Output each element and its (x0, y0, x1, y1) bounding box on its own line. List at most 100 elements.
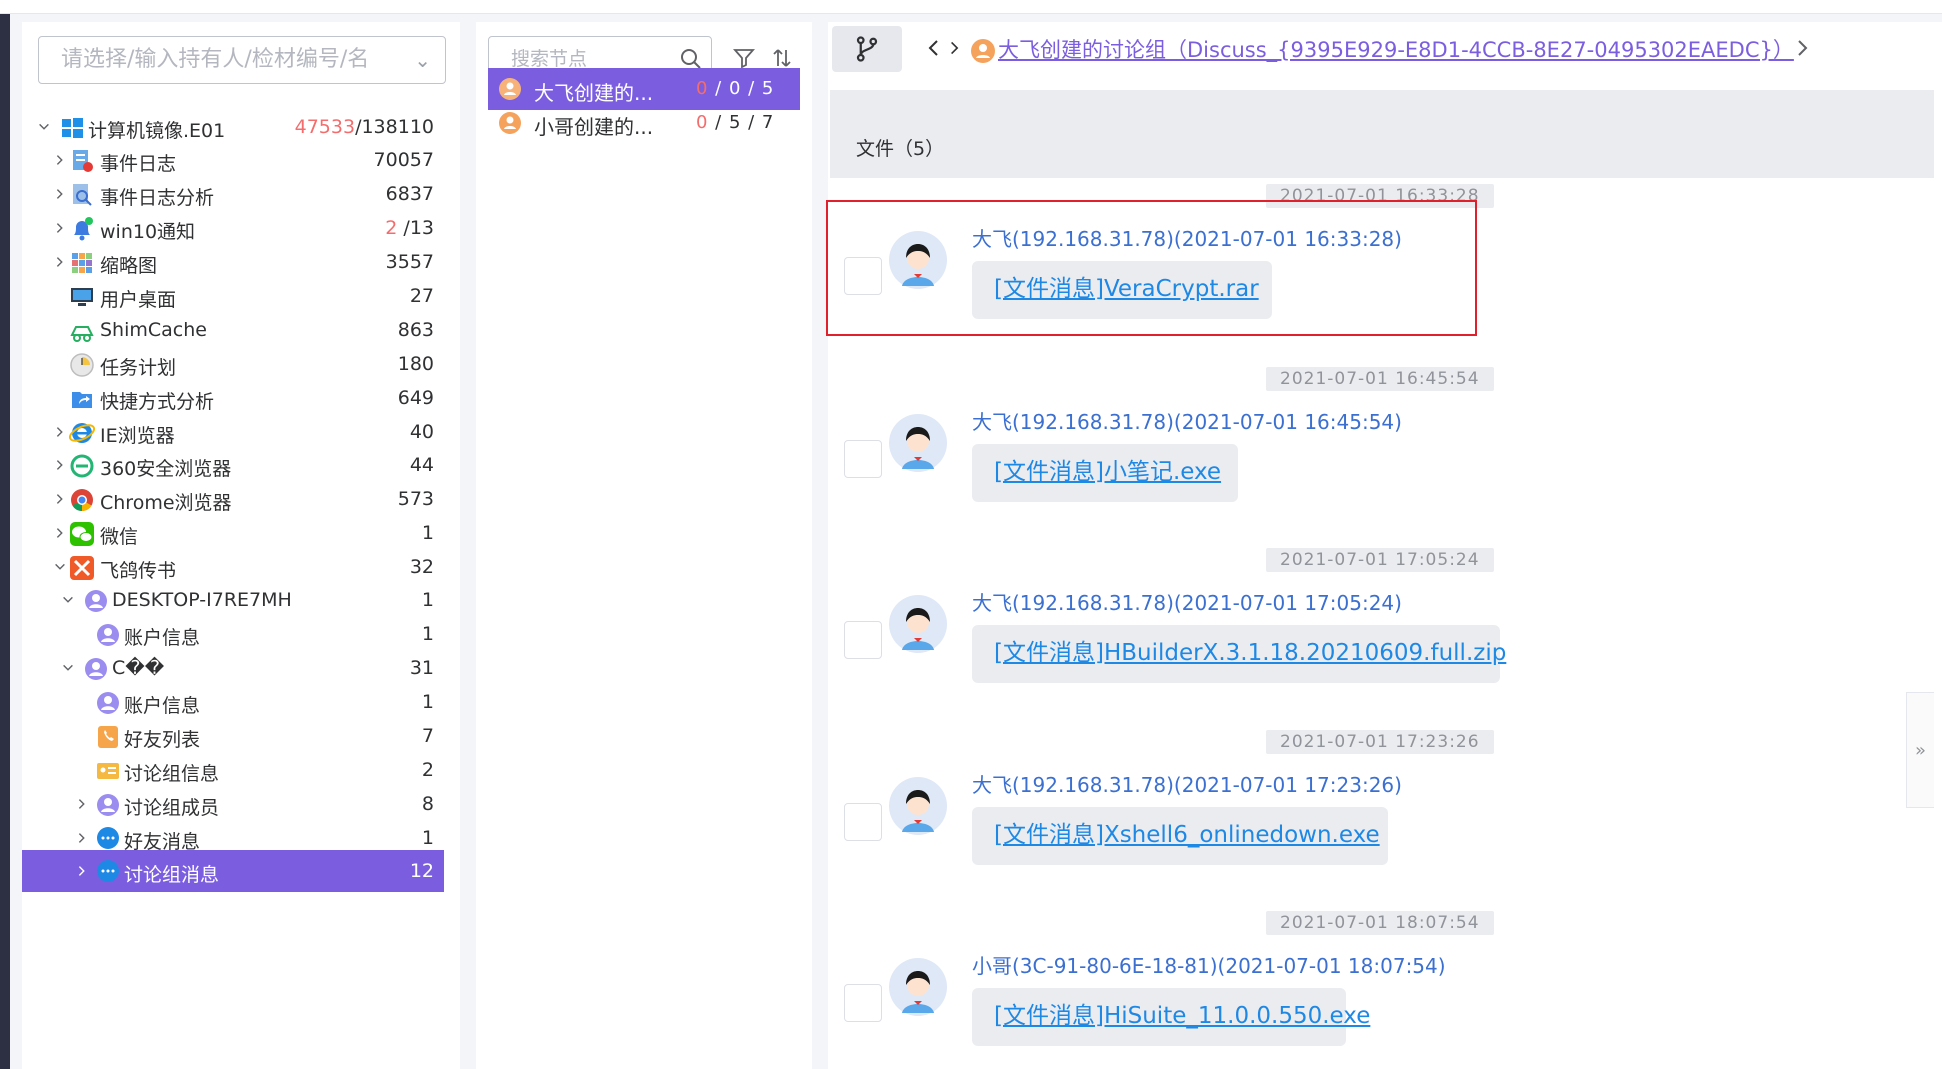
tree-toggle[interactable] (50, 555, 70, 579)
chevron-right-icon[interactable] (53, 425, 67, 439)
side-expand-handle[interactable]: » (1906, 692, 1934, 808)
tree-toggle[interactable] (58, 656, 78, 680)
file-message-link[interactable]: [文件消息]HBuilderX.3.1.18.20210609.full.zip (994, 640, 1506, 666)
files-title: 文件（5） (856, 138, 945, 160)
discussion-item[interactable]: 小哥创建的... 0 / 5 / 7 (488, 102, 800, 144)
chevron-right-icon[interactable] (53, 458, 67, 472)
chevron-right-icon[interactable] (75, 864, 89, 878)
chevron-down-icon[interactable] (61, 593, 75, 607)
chevron-right-icon[interactable] (53, 255, 67, 269)
tree-toggle[interactable] (58, 588, 78, 612)
tree-toggle[interactable] (50, 216, 70, 240)
tree-item-count: 70057 (374, 149, 434, 171)
tree-item-count: 31 (410, 657, 434, 679)
tree-toggle[interactable] (50, 250, 70, 274)
message-checkbox[interactable] (844, 257, 882, 295)
sort-icon[interactable] (770, 46, 794, 70)
message-sender: 大飞(192.168.31.78)(2021-07-01 16:33:28) (972, 227, 1402, 251)
chevron-right-icon[interactable] (53, 187, 67, 201)
chevron-down-icon: ⌄ (414, 48, 431, 72)
chevron-right-icon[interactable] (53, 492, 67, 506)
chevron-right-icon[interactable] (1792, 38, 1812, 58)
tree-item-count-total: 44 (409, 454, 434, 476)
tree-item-count-total: 649 (397, 387, 434, 409)
message-checkbox[interactable] (844, 440, 882, 478)
group-avatar-icon (971, 39, 995, 63)
message-checkbox[interactable] (844, 621, 882, 659)
tree-item-label: 事件日志分析 (100, 187, 215, 209)
tree-item-label: ShimCache (100, 319, 207, 341)
tree-item-icon (68, 283, 96, 311)
tree-item-icon (68, 249, 96, 277)
forward-arrow-icon[interactable] (946, 38, 962, 58)
tree-toggle[interactable] (50, 182, 70, 206)
bell-icon (74, 217, 93, 241)
tree-toggle[interactable] (50, 420, 70, 444)
chat-bubble-icon (97, 860, 119, 882)
tree-item-label: 用户桌面 (100, 289, 177, 311)
tree-toggle[interactable] (72, 859, 92, 883)
back-arrow-icon[interactable] (924, 38, 944, 58)
chevron-right-icon[interactable] (75, 831, 89, 845)
tree-item-count-total: 573 (397, 488, 434, 510)
tree-item-icon (68, 419, 96, 447)
tree-item-label: 账户信息 (124, 695, 201, 717)
message-checkbox[interactable] (844, 984, 882, 1022)
tree-toggle[interactable] (50, 487, 70, 511)
user-avatar-icon (889, 777, 947, 835)
chevron-right-icon[interactable] (53, 153, 67, 167)
tree-toggle[interactable] (50, 148, 70, 172)
tree-toggle[interactable] (34, 115, 54, 139)
tree-toggle[interactable] (50, 521, 70, 545)
tree-item-count: 6837 (386, 183, 434, 205)
tree-item-count: 1 (422, 623, 434, 645)
event-log-icon (73, 150, 93, 172)
branch-button[interactable] (832, 26, 902, 72)
contacts-icon (98, 726, 118, 748)
message-checkbox[interactable] (844, 803, 882, 841)
discussion-count: 0 / 5 / 7 (696, 112, 774, 133)
user-icon (97, 794, 119, 816)
user-icon (97, 624, 119, 646)
chevron-down-icon[interactable] (61, 661, 75, 675)
tree-item-count: 863 (398, 319, 434, 341)
tree-item-icon (82, 587, 110, 615)
tree-toggle[interactable] (50, 453, 70, 477)
chevron-down-icon[interactable] (37, 120, 51, 134)
tree-item-count: 32 (410, 556, 434, 578)
file-message-link[interactable]: [文件消息]Xshell6_onlinedown.exe (994, 822, 1380, 848)
tree-item-count: 2 (422, 759, 434, 781)
tree-item-label: 讨论组信息 (124, 763, 220, 785)
shortcut-icon (72, 392, 92, 408)
tree-item-count-total: 27 (409, 285, 434, 307)
chevron-right-icon[interactable] (53, 221, 67, 235)
file-message-link[interactable]: [文件消息]小笔记.exe (994, 459, 1221, 485)
file-message-link[interactable]: [文件消息]HiSuite_11.0.0.550.exe (994, 1003, 1370, 1029)
discussion-count-unread: 0 (696, 112, 709, 133)
chevron-down-icon[interactable] (53, 560, 67, 574)
file-message-bubble: [文件消息]Xshell6_onlinedown.exe (972, 807, 1388, 865)
tree-toggle[interactable] (72, 792, 92, 816)
node-search-placeholder: 搜索节点 (511, 48, 588, 70)
tree-item-count: 2 /13 (385, 217, 434, 239)
discussion-count-total: / 5 / 7 (708, 112, 775, 133)
breadcrumb-title[interactable]: 大飞创建的讨论组（Discuss_{9395E929-E8D1-4CCB-8E2… (998, 34, 1794, 64)
chevron-right-icon[interactable] (53, 526, 67, 540)
tree-item[interactable]: 讨论组消息 12 (22, 850, 444, 892)
tree-item-icon (58, 114, 86, 142)
tree-item-icon (68, 147, 96, 175)
file-message-bubble: [文件消息]VeraCrypt.rar (972, 261, 1272, 319)
file-message-link[interactable]: [文件消息]VeraCrypt.rar (994, 276, 1259, 302)
tree-item-count: 12 (410, 860, 434, 882)
chevron-right-icon[interactable] (75, 797, 89, 811)
group-info-icon (97, 763, 119, 779)
filter-icon[interactable] (732, 46, 756, 70)
tree-item-count-total: /138110 (355, 116, 434, 138)
tree-item-count-total: 1 (421, 589, 434, 611)
tree-item-icon (68, 554, 96, 582)
holder-select[interactable]: 请选择/输入持有人/检材编号/名 ⌄ (38, 36, 446, 84)
tree-item-label: win10通知 (100, 221, 196, 243)
tree-item-icon (94, 858, 122, 886)
windows-icon (62, 118, 83, 138)
tree-toggle[interactable] (72, 826, 92, 850)
